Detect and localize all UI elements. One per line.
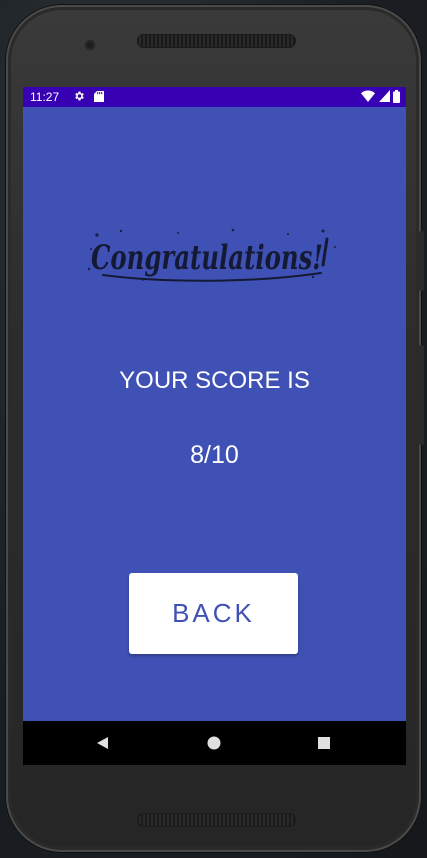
recents-square-icon[interactable]	[317, 736, 331, 750]
phone-screen: 11:27 Congratulations! YOUR SCORE IS 8/1…	[23, 87, 406, 765]
battery-icon	[393, 90, 400, 103]
congratulations-image: Congratulations!	[87, 228, 336, 282]
front-camera	[85, 40, 95, 50]
congratulations-lettering: Congratulations!	[91, 238, 323, 278]
status-right-icons	[361, 90, 400, 104]
back-triangle-icon[interactable]	[95, 736, 109, 750]
score-label: YOUR SCORE IS	[119, 367, 310, 394]
system-navigation-bar	[23, 721, 406, 765]
gear-icon	[75, 91, 84, 101]
status-time: 11:27	[30, 90, 60, 104]
signal-icon	[378, 90, 390, 102]
top-speaker-grille	[137, 34, 296, 48]
sd-card-icon	[94, 91, 104, 102]
wifi-icon	[361, 90, 376, 102]
bottom-speaker-grille	[137, 813, 296, 827]
score-activity: Congratulations! YOUR SCORE IS 8/10 BACK	[23, 107, 406, 721]
power-button	[419, 231, 424, 291]
home-circle-icon[interactable]	[207, 736, 221, 750]
status-bar: 11:27	[23, 87, 406, 107]
score-value: 8/10	[190, 441, 239, 469]
back-button[interactable]: BACK	[129, 573, 298, 654]
volume-button	[419, 345, 424, 445]
